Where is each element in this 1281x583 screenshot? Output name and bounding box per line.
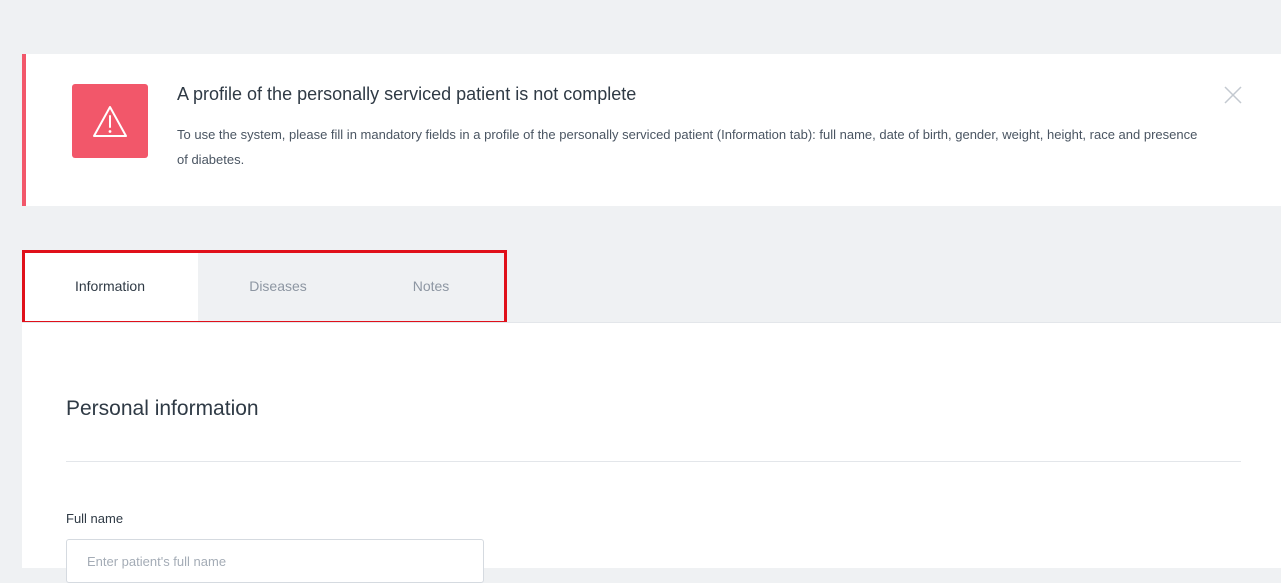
- tab-notes[interactable]: Notes: [358, 250, 504, 322]
- full-name-input[interactable]: [66, 539, 484, 583]
- warning-triangle-icon: [93, 105, 127, 137]
- section-divider: [66, 461, 1241, 462]
- incomplete-profile-alert: A profile of the personally serviced pat…: [22, 54, 1281, 206]
- warning-icon-box: [72, 84, 148, 158]
- full-name-label: Full name: [66, 511, 124, 526]
- tab-diseases[interactable]: Diseases: [198, 250, 358, 322]
- close-icon[interactable]: [1222, 84, 1244, 106]
- section-title: Personal information: [66, 397, 259, 420]
- alert-title: A profile of the personally serviced pat…: [177, 84, 637, 104]
- tab-information[interactable]: Information: [22, 250, 198, 322]
- information-panel: Personal information Full name: [22, 322, 1281, 583]
- alert-message: To use the system, please fill in mandat…: [177, 127, 1198, 167]
- alert-close-button[interactable]: [1222, 84, 1244, 106]
- profile-tabs: Information Diseases Notes: [22, 250, 504, 322]
